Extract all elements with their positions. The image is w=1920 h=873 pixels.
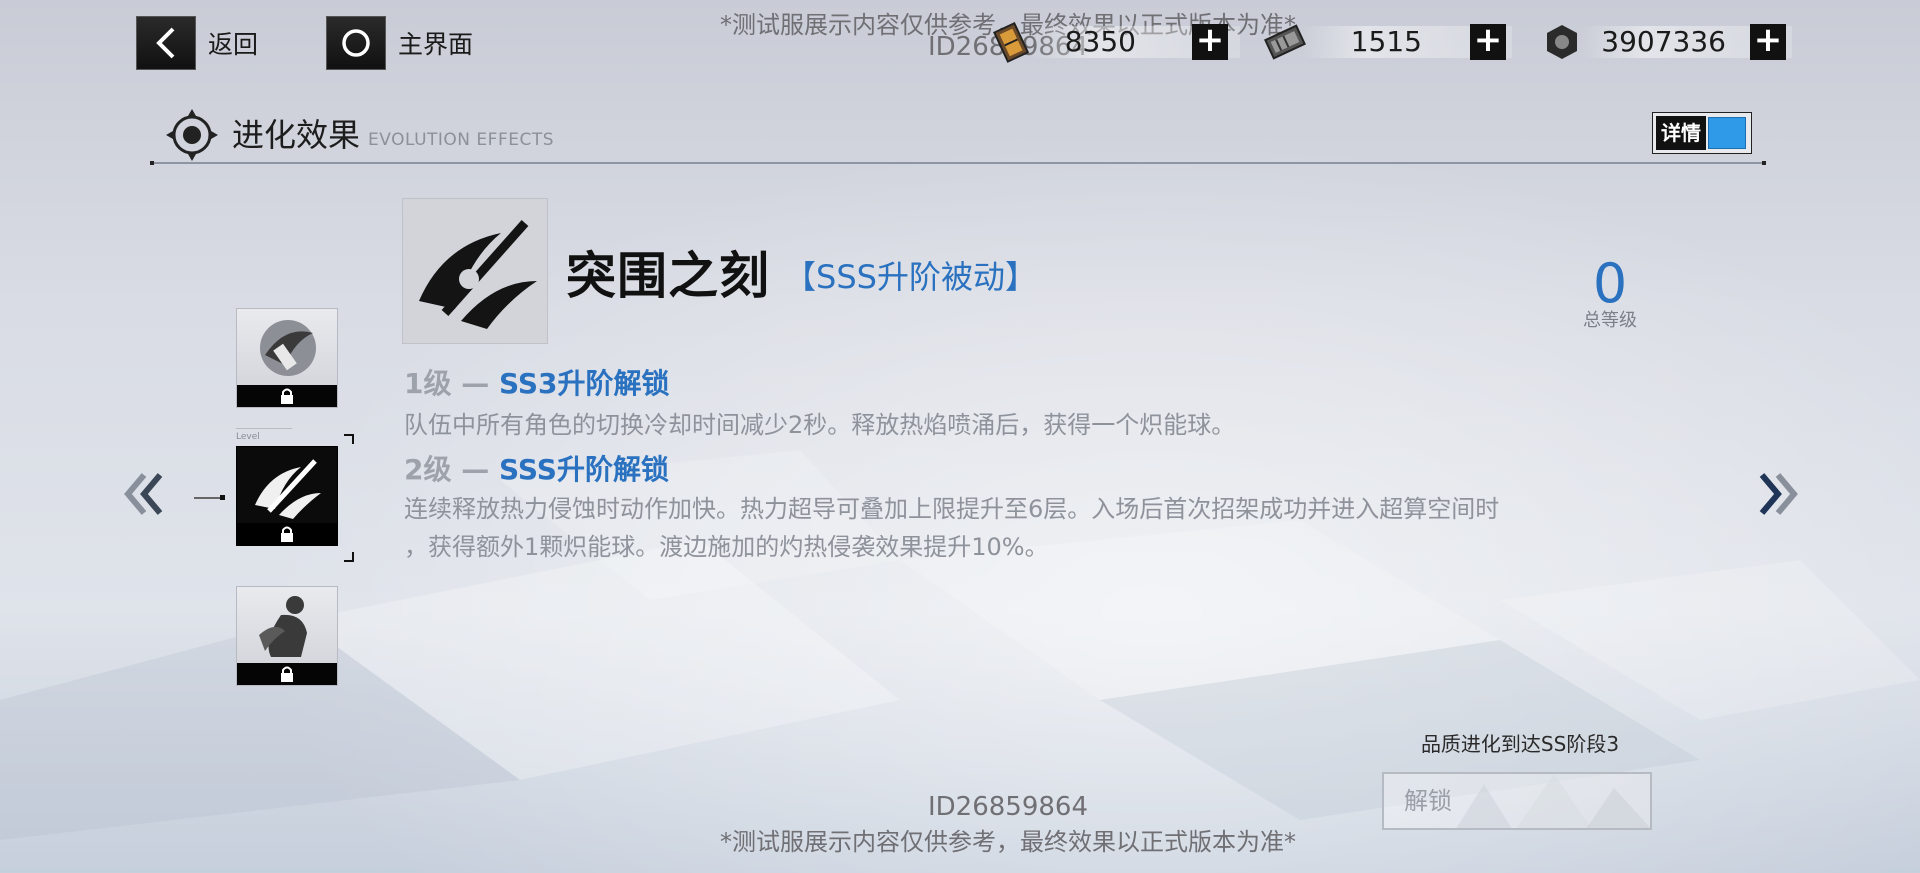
section-title: 进化效果 [232,116,361,154]
slot-2-lock [237,523,337,545]
lock-icon [281,526,293,542]
lock-icon [281,666,293,682]
level-1-line-1: 队伍中所有角色的切换冷却时间减少2秒。释放热焰喷涌后，获得一个炽能球。 [404,411,1236,439]
circle-home-icon [326,16,386,70]
section-divider [150,161,1766,165]
level-1-header: 1级 — SS3升阶解锁 [404,362,670,402]
level-1-unlock: SS3升阶解锁 [498,367,670,400]
resource-hex-nut: 3907336 + [1542,22,1792,62]
hex-nut-icon [1542,22,1582,66]
home-label: 主界面 [398,30,474,59]
slot-1-lock [237,385,337,407]
level-2-line-1: 连续释放热力侵蚀时动作加快。热力超导可叠加上限提升至6层。入场后首次招架成功并进… [404,495,1500,523]
back-label: 返回 [208,30,259,59]
battery-count: 1515 [1350,25,1422,58]
level-1-description: 队伍中所有角色的切换冷却时间减少2秒。释放热焰喷涌后，获得一个炽能球。 [404,406,1644,444]
next-arrow-button[interactable] [1756,470,1800,530]
slot-3-lock [237,663,337,685]
home-button[interactable]: 主界面 [326,16,473,70]
detail-toggle[interactable]: 详情 [1652,112,1752,154]
section-subtitle: EVOLUTION EFFECTS [368,130,555,150]
double-chevron-left-icon [124,473,163,515]
skill-name: 突围之刻 [566,247,770,305]
battery-icon [1262,20,1308,68]
level-2-unlock: SSS升阶解锁 [498,453,669,486]
level-2-prefix: 2级 — [404,453,499,486]
detail-toggle-knob [1708,117,1746,149]
unlock-condition: 品质进化到达SS阶段3 [1420,732,1620,756]
detail-toggle-label: 详情 [1656,116,1706,150]
ticket-icon [990,20,1034,68]
watermark-notice-bottom: *测试服展示内容仅供参考，最终效果以正式版本为准* [720,828,1296,856]
level-2-description: 连续释放热力侵蚀时动作加快。热力超导可叠加上限提升至6层。入场后首次招架成功并进… [404,490,1644,566]
add-hex-nut-button[interactable]: + [1750,23,1786,60]
level-2-line-2: ，获得额外1颗炽能球。渡边施加的灼热侵袭效果提升10%。 [404,533,1049,561]
evolution-gear-icon [164,107,220,167]
slash-emblem-icon [249,453,327,527]
level-2-header: 2级 — SSS升阶解锁 [404,448,669,488]
figure-emblem-icon [251,591,325,665]
add-ticket-button[interactable]: + [1192,23,1228,60]
button-pattern [1456,774,1650,828]
resource-battery: 1515 + [1262,22,1512,62]
total-level-label: 总等级 [1583,310,1637,331]
selection-bracket-bottom [344,552,354,562]
wing-emblem-icon [255,315,321,385]
lock-icon [281,388,293,404]
skill-slot-1[interactable] [236,308,338,408]
unlock-button[interactable]: 解锁 [1382,772,1652,830]
double-chevron-right-icon [1759,473,1798,515]
back-button[interactable]: 返回 [136,16,258,70]
skill-slot-3[interactable] [236,586,338,686]
skill-slot-2[interactable] [236,446,338,546]
level-1-prefix: 1级 — [404,367,499,400]
slot-level-caption: Level [236,432,260,442]
prev-arrow-button[interactable] [122,470,166,530]
unlock-button-label: 解锁 [1404,787,1452,815]
add-battery-button[interactable]: + [1470,23,1506,60]
skill-main-icon-frame [402,198,548,344]
skill-tag: 【SSS升阶被动】 [784,258,1037,296]
slash-emblem-icon [409,209,543,339]
selection-bracket-top [344,434,354,444]
ticket-count: 8350 [1064,25,1136,58]
resource-ticket: 8350 + [990,21,1240,63]
hex-nut-count: 3907336 [1601,25,1726,58]
watermark-id-bottom: ID26859864 [927,792,1089,822]
chevron-left-icon [136,16,196,70]
